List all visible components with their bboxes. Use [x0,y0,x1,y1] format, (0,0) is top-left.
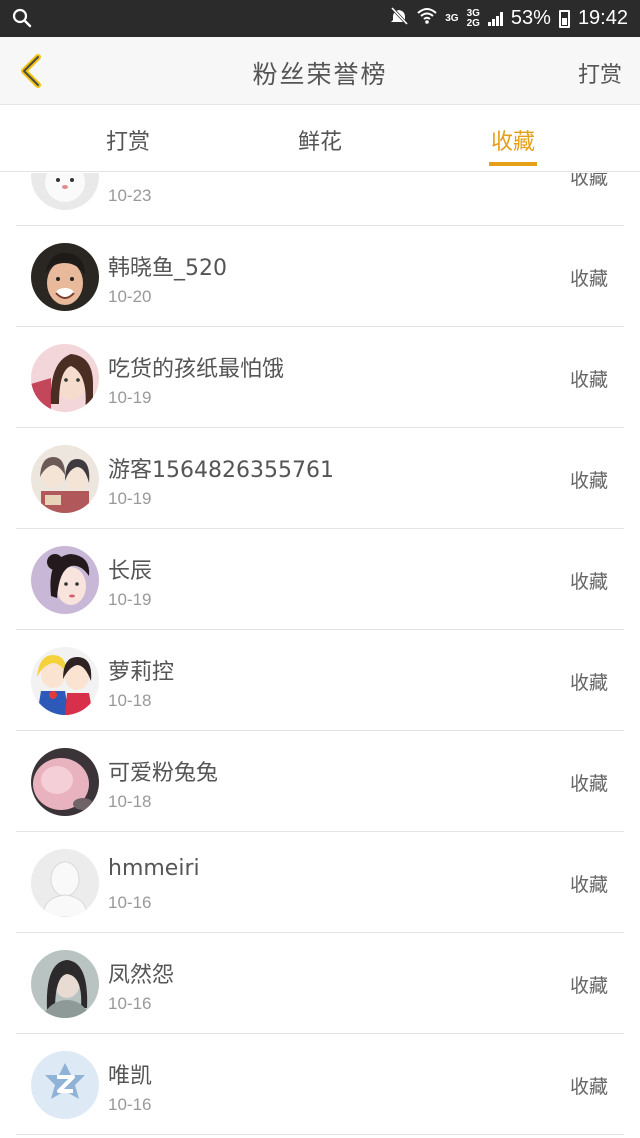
fan-list[interactable]: 10-23 收藏 韩晓鱼_520 10-20 收藏 吃货的孩纸最怕饿 10-19… [16,173,624,1138]
fan-action-label: 收藏 [569,173,608,189]
list-item[interactable]: 吃货的孩纸最怕饿 10-19 收藏 [16,327,624,428]
fan-name: 吃货的孩纸最怕饿 [108,357,285,382]
page-title: 粉丝荣誉榜 [252,60,388,89]
fan-date: 10-19 [108,590,152,609]
tab-reward[interactable]: 打赏 [88,124,168,156]
mute-icon [389,6,409,32]
list-item[interactable]: 凤然怨 10-16 收藏 [16,933,624,1034]
fan-name: 唯凯 [108,1064,153,1089]
avatar [31,1051,99,1119]
fan-action-label: 收藏 [569,571,608,593]
fan-action-label: 收藏 [569,975,608,997]
fan-date: 10-16 [108,1095,152,1114]
avatar [31,173,99,210]
dual-network-label: 3G 2G [466,7,480,29]
clock: 19:42 [577,7,628,29]
signal-icon [487,11,503,26]
tab-favorites[interactable]: 收藏 [473,124,553,156]
list-item[interactable]: 唯凯 10-16 收藏 [16,1034,624,1135]
tab-bar: 打赏 鲜花 收藏 [0,106,640,172]
fan-name: 凤然怨 [108,963,175,988]
fan-date: 10-16 [108,893,152,912]
wifi-icon [417,7,437,31]
reward-button[interactable]: 打赏 [578,57,622,89]
list-item[interactable]: hmmeiri 10-16 收藏 [16,832,624,933]
fan-action-label: 收藏 [569,369,608,391]
fan-name: hmmeiri [108,856,200,881]
list-item[interactable]: 韩晓鱼_520 10-20 收藏 [16,226,624,327]
fan-name: 萝莉控 [108,660,175,685]
status-bar: 3G 3G 2G 53% 19:42 [0,0,640,37]
avatar [31,546,99,614]
avatar [31,748,99,816]
battery-percent: 53% [510,7,551,29]
fan-name: 可爱粉兔兔 [108,761,219,786]
fan-name: 韩晓鱼_520 [108,256,227,281]
top-nav-bar: 粉丝荣誉榜 打赏 [0,37,640,105]
tab-flowers[interactable]: 鲜花 [280,124,360,156]
fan-action-label: 收藏 [569,268,608,290]
status-icons: 3G 3G 2G 53% 19:42 [389,0,628,37]
fan-date: 10-19 [108,388,152,407]
avatar [31,647,99,715]
avatar [31,243,99,311]
fan-date: 10-16 [108,994,152,1013]
list-item[interactable]: 可爱粉兔兔 10-18 收藏 [16,731,624,832]
fan-name: 长辰 [108,559,153,584]
fan-date: 10-19 [108,489,152,508]
avatar [31,849,99,917]
fan-action-label: 收藏 [569,874,608,896]
search-icon [12,8,32,32]
list-item[interactable]: 10-23 收藏 [16,173,624,226]
fan-action-label: 收藏 [569,672,608,694]
network-type-label: 3G [445,12,459,24]
avatar [31,950,99,1018]
fan-date: 10-20 [108,287,152,306]
fan-action-label: 收藏 [569,470,608,492]
list-item[interactable]: 游客1564826355761 10-19 收藏 [16,428,624,529]
list-item[interactable]: 萝莉控 10-18 收藏 [16,630,624,731]
active-tab-indicator [489,162,537,166]
fan-date: 10-18 [108,792,152,811]
fan-action-label: 收藏 [569,773,608,795]
fan-date: 10-23 [108,186,152,205]
list-item[interactable]: 长辰 10-19 收藏 [16,529,624,630]
fan-name: 游客1564826355761 [108,458,334,483]
fan-action-label: 收藏 [569,1076,608,1098]
fan-date: 10-18 [108,691,152,710]
avatar [31,344,99,412]
battery-icon [558,9,570,28]
avatar [31,445,99,513]
